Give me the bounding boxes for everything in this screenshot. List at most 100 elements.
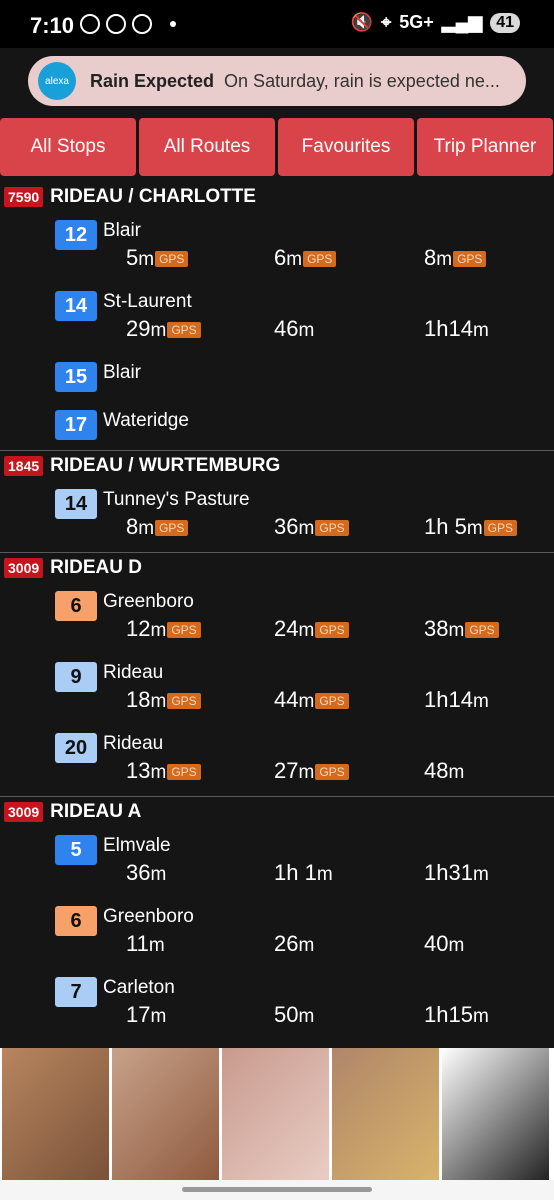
arrival-time: 44m GPS bbox=[274, 687, 349, 713]
route-destination: Greenboro bbox=[103, 906, 194, 927]
home-gesture-handle[interactable] bbox=[182, 1187, 372, 1192]
gps-badge: GPS bbox=[315, 764, 349, 781]
arrival-value: 1h31 bbox=[424, 860, 473, 885]
route-row[interactable]: 15 Blair bbox=[0, 354, 554, 402]
stop-header[interactable]: 3009 RIDEAU D bbox=[0, 553, 554, 583]
route-row[interactable]: 6 Greenboro 12m GPS 24m GPS 38m GPS bbox=[0, 583, 554, 654]
route-destination: Blair bbox=[103, 220, 142, 241]
ad-image[interactable] bbox=[442, 1048, 549, 1180]
route-row[interactable]: 5 Elmvale 36m 1h 1m 1h31m bbox=[0, 827, 554, 898]
route-destination: Greenboro bbox=[103, 591, 194, 612]
ad-image[interactable] bbox=[112, 1048, 219, 1180]
gps-badge: GPS bbox=[167, 764, 201, 781]
route-number-badge: 5 bbox=[55, 835, 97, 865]
gps-badge: GPS bbox=[167, 322, 201, 339]
route-row[interactable]: 7 Carleton 17m 50m 1h15m bbox=[0, 969, 554, 1040]
arrival-time: 11m bbox=[126, 931, 165, 957]
route-row[interactable]: 14 Tunney's Pasture 8m GPS 36m GPS 1h 5m GPS bbox=[0, 481, 554, 552]
route-number-badge: 20 bbox=[55, 733, 97, 763]
mute-icon: 🔇 bbox=[350, 12, 374, 32]
gps-badge: GPS bbox=[465, 622, 499, 639]
arrival-unit: m bbox=[448, 935, 465, 956]
route-number-badge: 6 bbox=[55, 591, 97, 621]
network-label: 5G+ bbox=[399, 12, 434, 32]
route-row[interactable]: 17 Wateridge bbox=[0, 402, 554, 450]
route-row[interactable]: 20 Rideau 13m GPS 27m GPS 48m bbox=[0, 725, 554, 796]
stop-code: 3009 bbox=[4, 802, 44, 822]
arrival-value: 11 bbox=[126, 931, 149, 956]
arrival-unit: m bbox=[448, 620, 465, 641]
tab-favourites[interactable]: Favourites bbox=[278, 118, 414, 176]
arrival-time: 6m GPS bbox=[274, 245, 337, 271]
stop-code: 3009 bbox=[4, 558, 44, 578]
tab-all-stops[interactable]: All Stops bbox=[0, 118, 136, 176]
notification-title: Rain Expected bbox=[90, 70, 215, 91]
whatsapp-icon bbox=[132, 14, 152, 34]
route-row[interactable]: 1?Tunney's Pasture bbox=[0, 1040, 554, 1048]
route-number-badge: 7 bbox=[55, 977, 97, 1007]
route-destination: Rideau bbox=[103, 662, 164, 683]
ad-image[interactable] bbox=[2, 1048, 109, 1180]
route-destination: St-Laurent bbox=[103, 291, 192, 312]
arrival-value: 24 bbox=[274, 616, 299, 641]
arrival-unit: m bbox=[472, 691, 489, 712]
arrival-value: 48 bbox=[424, 758, 449, 783]
arrival-unit: m bbox=[150, 762, 167, 783]
arrival-unit: m bbox=[150, 320, 167, 341]
arrival-value: 1h14 bbox=[424, 687, 473, 712]
gps-badge: GPS bbox=[315, 622, 349, 639]
route-number-badge: 12 bbox=[55, 220, 97, 250]
route-destination: Tunney's Pasture bbox=[103, 489, 250, 510]
notification-banner[interactable]: alexa Rain Expected On Saturday, rain is… bbox=[28, 56, 526, 106]
arrival-time: 1h 1m bbox=[274, 860, 333, 886]
arrival-time: 29m GPS bbox=[126, 316, 201, 342]
stop-item[interactable]: 1845 RIDEAU / WURTEMBURG 14 Tunney's Pastur… bbox=[0, 451, 554, 553]
stop-header[interactable]: 7590 RIDEAU / CHARLOTTE bbox=[0, 182, 554, 212]
arrival-value: 46 bbox=[274, 316, 299, 341]
ad-banner[interactable] bbox=[0, 1048, 554, 1180]
arrival-value: 27 bbox=[274, 758, 299, 783]
ad-image[interactable] bbox=[332, 1048, 439, 1180]
arrival-unit: m bbox=[286, 249, 303, 270]
tab-all-routes[interactable]: All Routes bbox=[139, 118, 275, 176]
arrival-value: 50 bbox=[274, 1002, 299, 1027]
stop-list[interactable]: 7590 RIDEAU / CHARLOTTE 12 Blair 5m GPS 6m GPS 8… bbox=[0, 182, 554, 1048]
stop-name: RIDEAU A bbox=[50, 801, 142, 822]
arrival-time: 26m bbox=[274, 931, 314, 957]
arrival-time: 1h14m bbox=[424, 316, 489, 342]
arrival-time: 50m bbox=[274, 1002, 314, 1028]
arrival-time: 46m bbox=[274, 316, 314, 342]
arrival-value: 5 bbox=[126, 245, 139, 270]
arrival-unit: m bbox=[298, 1006, 315, 1027]
gps-badge: GPS bbox=[483, 520, 517, 537]
arrival-unit: m bbox=[298, 320, 315, 341]
route-row[interactable]: 9 Rideau 18m GPS 44m GPS 1h14m bbox=[0, 654, 554, 725]
route-row[interactable]: 14 St-Laurent 29m GPS 46m 1h14m bbox=[0, 283, 554, 354]
location-icon: ⌖ bbox=[381, 12, 392, 32]
arrival-unit: m bbox=[150, 620, 167, 641]
route-row[interactable]: 12 Blair 5m GPS 6m GPS 8m GPS bbox=[0, 212, 554, 283]
stop-item[interactable]: 3009 RIDEAU A 5 Elmvale 36m 1h 1m 1h31m 6 Greenb… bbox=[0, 797, 554, 1048]
stop-name: RIDEAU / WURTEMBURG bbox=[50, 455, 281, 476]
route-row[interactable]: 6 Greenboro 11m 26m 40m bbox=[0, 898, 554, 969]
arrival-time: 1h 5m GPS bbox=[424, 514, 517, 540]
notification-body: On Saturday, rain is expected ne... bbox=[224, 70, 500, 91]
arrival-unit: m bbox=[138, 518, 155, 539]
stop-header[interactable]: 1845 RIDEAU / WURTEMBURG bbox=[0, 451, 554, 481]
arrival-time: 12m GPS bbox=[126, 616, 201, 642]
stop-header[interactable]: 3009 RIDEAU A bbox=[0, 797, 554, 827]
ad-image[interactable] bbox=[222, 1048, 329, 1180]
gps-badge: GPS bbox=[303, 251, 337, 268]
arrival-time: 40m bbox=[424, 931, 464, 957]
gps-badge: GPS bbox=[167, 622, 201, 639]
stop-item[interactable]: 7590 RIDEAU / CHARLOTTE 12 Blair 5m GPS 6m GPS 8… bbox=[0, 182, 554, 451]
gps-badge: GPS bbox=[315, 693, 349, 710]
tab-trip-planner[interactable]: Trip Planner bbox=[417, 118, 553, 176]
arrival-unit: m bbox=[472, 1006, 489, 1027]
signal-icon: ▂▄▆ bbox=[441, 12, 483, 32]
arrival-unit: m bbox=[298, 691, 315, 712]
stop-code: 7590 bbox=[4, 187, 44, 207]
stop-item[interactable]: 3009 RIDEAU D 6 Greenboro 12m GPS 24m GPS 38m GPS… bbox=[0, 553, 554, 797]
arrival-value: 36 bbox=[274, 514, 299, 539]
arrival-value: 18 bbox=[126, 687, 151, 712]
